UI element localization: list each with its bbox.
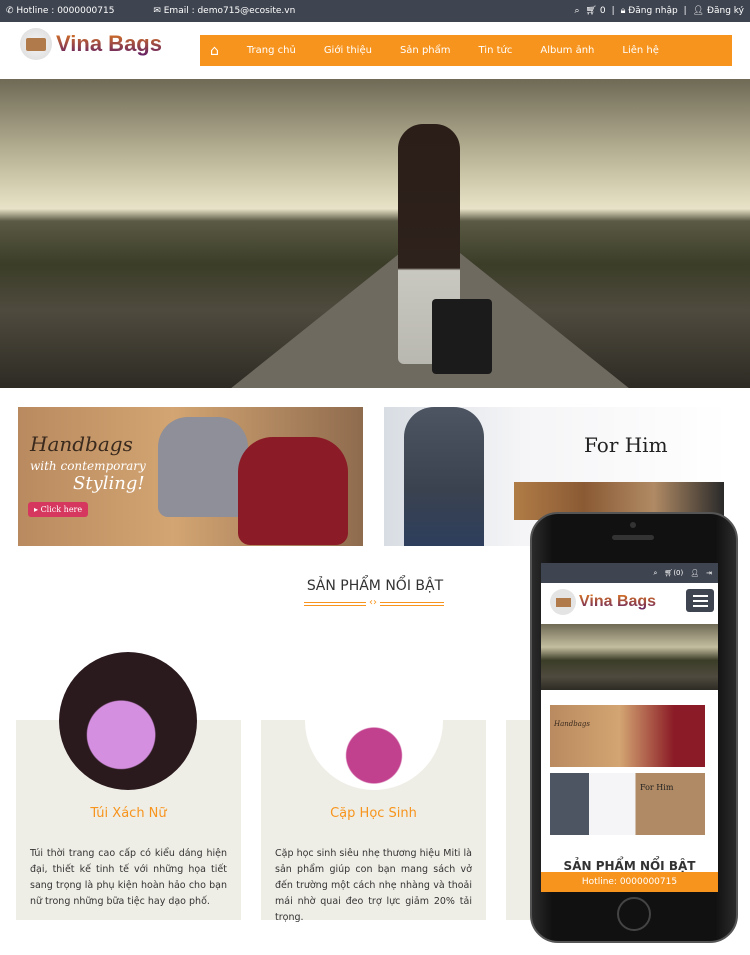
grey-bag xyxy=(158,417,248,517)
phone-home-button xyxy=(617,897,651,931)
phone-speaker xyxy=(612,535,654,540)
click-here-button[interactable]: ▸ Click here xyxy=(28,502,89,517)
mobile-banner-for-him[interactable]: For Him xyxy=(550,773,705,835)
bag-logo-icon xyxy=(20,28,52,60)
banner-title: For Him xyxy=(584,433,668,457)
mobile-screen: ⌕ 🛒︎(0) 👤︎ ⇥ Vina Bags Handbags For Him … xyxy=(541,563,718,892)
user-icon[interactable]: 👤︎ xyxy=(690,569,699,577)
mobile-section-title: SẢN PHẨM NỔI BẬT xyxy=(563,859,696,873)
login-icon[interactable]: ⇥ xyxy=(706,569,712,577)
product-image-schoolbag[interactable] xyxy=(305,652,443,790)
red-bag xyxy=(238,437,348,545)
mobile-hotline-bar[interactable]: Hotline: 0000000715 xyxy=(541,872,718,892)
top-bar: ✆ Hotline : 0000000715 ✉ Email : demo715… xyxy=(0,0,750,22)
mobile-banner-handbags[interactable]: Handbags xyxy=(550,705,705,767)
nav-item-contact[interactable]: Liên hệ xyxy=(622,45,659,56)
banner-line1: Handbags xyxy=(30,432,133,456)
mobile-topbar: ⌕ 🛒︎(0) 👤︎ ⇥ xyxy=(541,563,718,583)
hotline: ✆ Hotline : 0000000715 xyxy=(6,6,115,16)
banner-line3: Styling! xyxy=(73,473,145,494)
mobile-logo[interactable]: Vina Bags xyxy=(550,589,656,615)
nav-item-album[interactable]: Album ảnh xyxy=(540,45,594,56)
cart-link[interactable]: 🛒︎ 0 xyxy=(586,6,606,16)
search-icon[interactable]: ⌕ xyxy=(654,569,658,578)
product-desc: Cặp học sinh siêu nhẹ thương hiệu Miti l… xyxy=(275,848,472,923)
product-name[interactable]: Cặp Học Sinh xyxy=(261,806,486,821)
cart-icon[interactable]: 🛒︎(0) xyxy=(664,569,683,577)
nav-item-about[interactable]: Giới thiệu xyxy=(324,45,372,56)
nav-item-news[interactable]: Tin tức xyxy=(479,45,513,56)
chevrons-icon: ‹› xyxy=(366,597,380,608)
main-nav: ⌂ Trang chủ Giới thiệu Sản phẩm Tin tức … xyxy=(200,35,732,66)
search-icon[interactable]: ⌕ xyxy=(574,6,579,16)
home-icon[interactable]: ⌂ xyxy=(210,43,219,59)
bag-logo-icon xyxy=(550,589,576,615)
product-name[interactable]: Túi Xách Nữ xyxy=(16,806,241,821)
nav-item-products[interactable]: Sản phẩm xyxy=(400,45,451,56)
product-desc: Túi thời trang cao cấp có kiểu dáng hiện… xyxy=(30,848,227,907)
hamburger-menu-icon[interactable] xyxy=(686,589,714,612)
nav-item-home[interactable]: Trang chủ xyxy=(247,45,296,56)
banner-handbags[interactable]: Handbags with contemporary Styling! ▸ Cl… xyxy=(18,407,363,546)
login-link[interactable]: 🔒︎ Đăng nhập xyxy=(621,6,678,16)
product-image-handbag[interactable] xyxy=(59,652,197,790)
title-divider: ‹› xyxy=(304,597,444,608)
section-title: SẢN PHẨM NỔI BẬT xyxy=(306,578,444,594)
suitcase xyxy=(432,299,492,374)
hero-image xyxy=(0,79,750,388)
phone-camera xyxy=(630,522,636,528)
logo[interactable]: Vina Bags xyxy=(20,28,162,60)
register-link[interactable]: 👤︎ Đăng ký xyxy=(693,6,744,16)
mobile-hero xyxy=(541,624,718,690)
banner-line2: with contemporary xyxy=(30,459,146,473)
man-figure xyxy=(404,407,484,546)
email[interactable]: ✉ Email : demo715@ecosite.vn xyxy=(153,6,313,16)
